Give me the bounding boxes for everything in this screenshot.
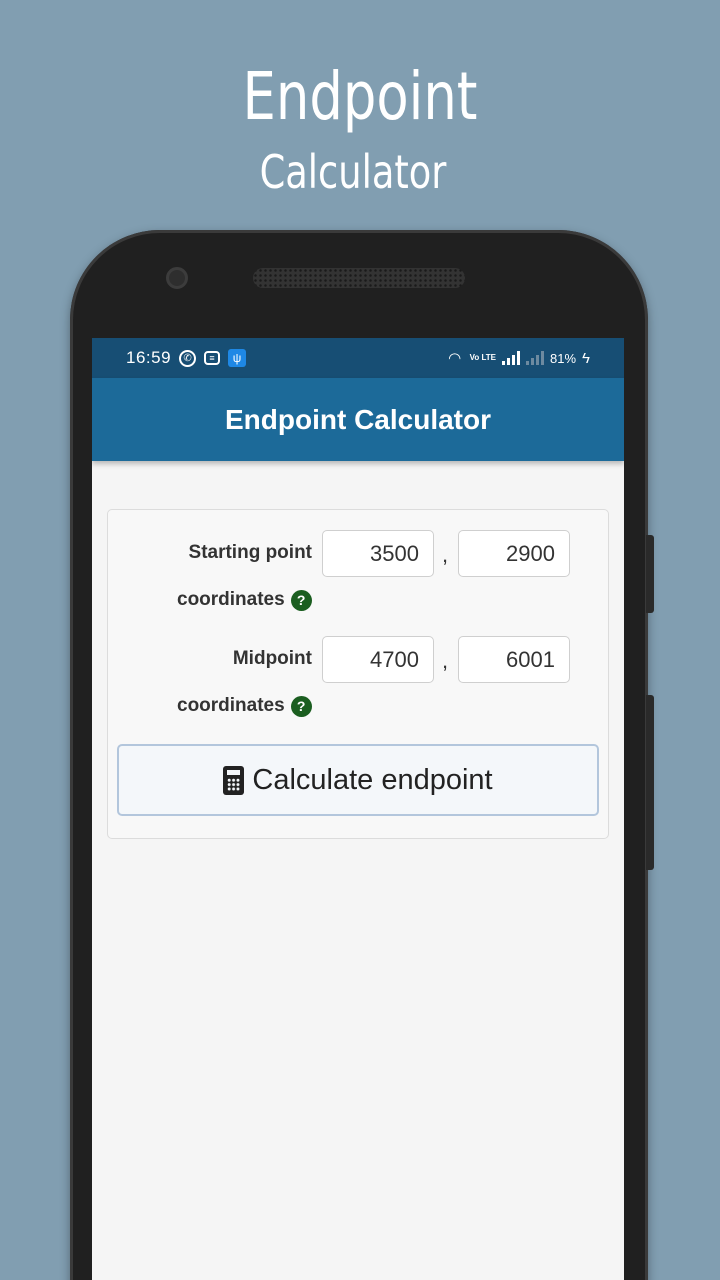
starting-point-row: Starting point , coordinates ? <box>108 510 610 611</box>
status-time: 16:59 <box>126 348 172 367</box>
calculator-icon <box>223 765 245 795</box>
charging-icon: ϟ <box>582 349 590 367</box>
calculate-endpoint-button[interactable]: Calculate endpoint <box>117 744 599 816</box>
whatsapp-icon: ✆ <box>179 349 197 367</box>
volte-icon: Vo LTE <box>469 353 497 362</box>
promo-title: Endpoint <box>242 58 478 135</box>
usb-icon: ψ <box>228 349 247 367</box>
calculator-card: Starting point , coordinates ? Midpoint … <box>107 509 609 839</box>
status-bar: 16:59 ✆ ≡ ψ ◠ Vo LTE 81% ϟ <box>92 338 624 378</box>
battery-percentage: 81% <box>550 350 577 366</box>
calculate-endpoint-label: Calculate endpoint <box>252 763 493 796</box>
midpoint-y-input[interactable] <box>458 636 570 683</box>
help-icon[interactable]: ? <box>290 695 312 717</box>
phone-screen: 16:59 ✆ ≡ ψ ◠ Vo LTE 81% ϟ Endpoint Calc… <box>92 338 624 1280</box>
earpiece-speaker <box>253 268 465 288</box>
app-bar: Endpoint Calculator <box>92 378 624 461</box>
promo-subtitle: Calculator <box>259 145 447 199</box>
coordinates-label: coordinates <box>177 589 285 610</box>
starting-point-x-input[interactable] <box>322 530 434 577</box>
message-icon: ≡ <box>204 351 221 365</box>
starting-point-label-line2: coordinates ? <box>177 589 312 611</box>
signal-strength-icon <box>502 351 521 365</box>
signal-no-service-icon <box>526 351 545 365</box>
side-button-lower <box>646 695 654 870</box>
coordinates-label: coordinates <box>177 695 285 716</box>
help-icon[interactable]: ? <box>290 589 312 611</box>
midpoint-x-input[interactable] <box>322 636 434 683</box>
coordinate-separator: , <box>442 542 449 567</box>
midpoint-label-line2: coordinates ? <box>177 695 312 717</box>
coordinate-separator: , <box>442 648 449 673</box>
midpoint-label: Midpoint <box>232 648 312 669</box>
wifi-icon: ◠ <box>448 350 462 367</box>
starting-point-y-input[interactable] <box>458 530 570 577</box>
app-title: Endpoint Calculator <box>225 403 491 435</box>
side-button-upper <box>646 535 654 613</box>
starting-point-label: Starting point <box>188 542 312 563</box>
midpoint-row: Midpoint , coordinates ? <box>108 616 610 717</box>
front-camera <box>166 267 188 289</box>
